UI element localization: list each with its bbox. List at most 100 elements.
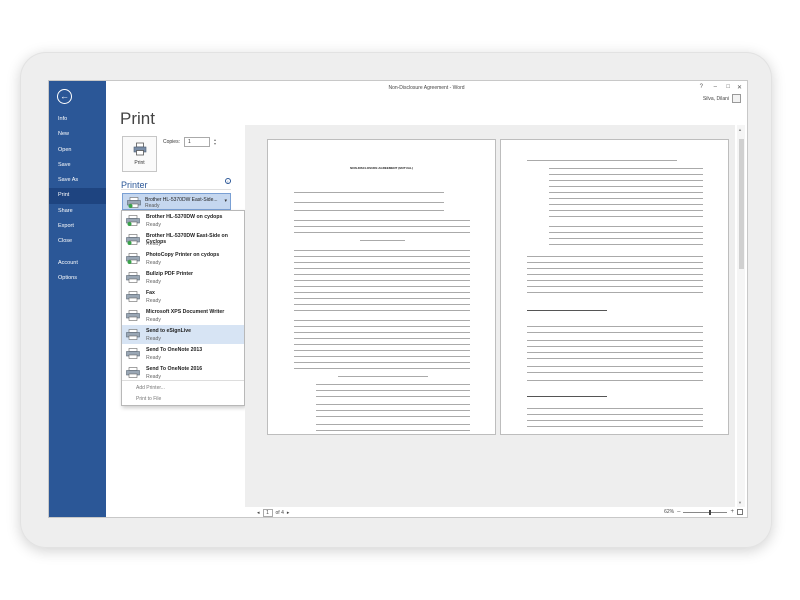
text-line bbox=[549, 244, 703, 245]
text-line bbox=[527, 366, 703, 367]
preview-page-1: NON-DISCLOSURE AGREEMENT (MUTUAL) bbox=[267, 139, 496, 435]
text-line bbox=[527, 414, 703, 415]
printer-option-status: Ready bbox=[146, 355, 161, 361]
text-line bbox=[360, 240, 405, 241]
nav-save[interactable]: Save bbox=[49, 158, 106, 173]
zoom-out-icon[interactable]: – bbox=[677, 509, 680, 515]
printer-list: Brother HL-5370DW on cydops Ready Brothe… bbox=[121, 210, 245, 406]
backstage-nav: Info New Open Save Save As Print Share E… bbox=[49, 112, 106, 286]
preview-page-2 bbox=[500, 139, 729, 435]
avatar bbox=[732, 94, 741, 103]
print-button-label: Print bbox=[134, 160, 145, 166]
close-icon[interactable]: ✕ bbox=[737, 84, 742, 91]
nav-export[interactable]: Export bbox=[49, 219, 106, 234]
printer-icon bbox=[126, 234, 140, 245]
printer-option-name: Send To OneNote 2016 bbox=[146, 366, 203, 372]
text-line bbox=[294, 320, 470, 321]
printer-dropdown[interactable]: Brother HL-5370DW East-Side... Ready ▾ bbox=[122, 193, 231, 210]
printer-option[interactable]: Fax Ready bbox=[122, 287, 244, 306]
word-window: ← Info New Open Save Save As Print Share… bbox=[48, 80, 748, 518]
printer-option[interactable]: Brother HL-5370DW on cydops Ready bbox=[122, 211, 244, 230]
printer-option-selected[interactable]: Send to eSignLive Ready bbox=[122, 325, 244, 344]
text-line bbox=[527, 160, 677, 161]
nav-info[interactable]: Info bbox=[49, 112, 106, 127]
printer-option-status: Ready bbox=[146, 298, 161, 304]
text-line bbox=[294, 226, 470, 227]
zoom-in-icon[interactable]: + bbox=[730, 509, 734, 515]
copies-spinner-icon[interactable]: ▴ ▾ bbox=[214, 138, 216, 146]
printer-option[interactable]: Bullzip PDF Printer Ready bbox=[122, 268, 244, 287]
printer-option-status: Ready bbox=[146, 317, 161, 323]
fax-icon bbox=[126, 291, 140, 302]
text-line bbox=[294, 362, 470, 363]
text-line bbox=[294, 220, 470, 221]
text-line bbox=[527, 268, 703, 269]
text-line bbox=[294, 210, 444, 211]
nav-options[interactable]: Options bbox=[49, 271, 106, 286]
printer-option[interactable]: PhotoCopy Printer on cydops Ready bbox=[122, 249, 244, 268]
text-line bbox=[527, 372, 703, 373]
text-line bbox=[527, 326, 703, 327]
zoom-control: 62% – + bbox=[664, 509, 743, 515]
printer-option-name: Microsoft XPS Document Writer bbox=[146, 309, 225, 315]
minimize-icon[interactable]: – bbox=[714, 84, 717, 90]
printer-icon bbox=[126, 272, 140, 283]
print-preview[interactable]: NON-DISCLOSURE AGREEMENT (MUTUAL) bbox=[245, 125, 735, 507]
preview-scrollbar[interactable]: ▲ ▼ bbox=[737, 125, 745, 507]
next-page-icon[interactable]: ▸ bbox=[287, 510, 290, 516]
nav-new[interactable]: New bbox=[49, 127, 106, 142]
nav-save-as[interactable]: Save As bbox=[49, 173, 106, 188]
text-line bbox=[316, 430, 470, 431]
zoom-level: 62% bbox=[664, 509, 675, 515]
back-arrow-icon[interactable]: ← bbox=[57, 89, 72, 104]
page-number-input[interactable]: 1 bbox=[262, 509, 273, 517]
text-line bbox=[527, 286, 703, 287]
printer-icon bbox=[126, 329, 140, 340]
text-line bbox=[527, 274, 703, 275]
text-line bbox=[294, 274, 470, 275]
zoom-slider-thumb[interactable] bbox=[709, 509, 712, 515]
printer-icon bbox=[127, 197, 141, 208]
printer-icon bbox=[126, 310, 140, 321]
restore-icon[interactable]: □ bbox=[726, 84, 730, 90]
text-line bbox=[294, 286, 470, 287]
scroll-thumb[interactable] bbox=[738, 139, 744, 269]
text-line bbox=[316, 396, 470, 397]
text-line bbox=[294, 304, 470, 305]
text-line bbox=[527, 310, 607, 311]
scroll-up-icon[interactable]: ▲ bbox=[738, 127, 742, 132]
text-line bbox=[316, 410, 470, 411]
printer-option[interactable]: Send To OneNote 2013 Ready bbox=[122, 344, 244, 363]
info-icon[interactable]: i bbox=[225, 178, 231, 184]
page-1-title: NON-DISCLOSURE AGREEMENT (MUTUAL) bbox=[350, 166, 413, 170]
printer-option[interactable]: Microsoft XPS Document Writer Ready bbox=[122, 306, 244, 325]
prev-page-icon[interactable]: ◂ bbox=[257, 510, 260, 516]
text-line bbox=[549, 216, 703, 217]
nav-account[interactable]: Account bbox=[49, 256, 106, 271]
printer-option-name: Bullzip PDF Printer bbox=[146, 271, 193, 277]
help-icon[interactable]: ? bbox=[700, 84, 703, 90]
user-account[interactable]: Silva, Dilani bbox=[703, 94, 741, 103]
scroll-down-icon[interactable]: ▼ bbox=[738, 500, 742, 505]
zoom-to-page-icon[interactable] bbox=[737, 509, 743, 515]
text-line bbox=[338, 376, 428, 377]
printer-option[interactable]: Brother HL-5370DW East-Side on Cyclops R… bbox=[122, 230, 244, 249]
zoom-slider[interactable] bbox=[683, 509, 728, 515]
preview-status-bar: ◂ 1 of 4 ▸ 62% – + bbox=[245, 507, 747, 517]
text-line bbox=[316, 390, 470, 391]
printer-option-name: Send To OneNote 2013 bbox=[146, 347, 203, 353]
nav-open[interactable]: Open bbox=[49, 143, 106, 158]
printer-icon bbox=[126, 348, 140, 359]
text-line bbox=[549, 168, 703, 169]
print-button[interactable]: Print bbox=[122, 136, 157, 172]
print-to-file-option[interactable]: Print to File bbox=[136, 396, 161, 402]
nav-share[interactable]: Share bbox=[49, 204, 106, 219]
nav-close[interactable]: Close bbox=[49, 234, 106, 249]
add-printer-link[interactable]: Add Printer... bbox=[136, 385, 165, 391]
nav-print[interactable]: Print bbox=[49, 188, 106, 204]
text-line bbox=[316, 384, 470, 385]
text-line bbox=[294, 338, 470, 339]
title-bar: Non-Disclosure Agreement - Word ? – □ ✕ bbox=[106, 81, 747, 95]
copies-input[interactable]: 1 bbox=[183, 137, 210, 147]
page-count: of 4 bbox=[275, 510, 284, 516]
